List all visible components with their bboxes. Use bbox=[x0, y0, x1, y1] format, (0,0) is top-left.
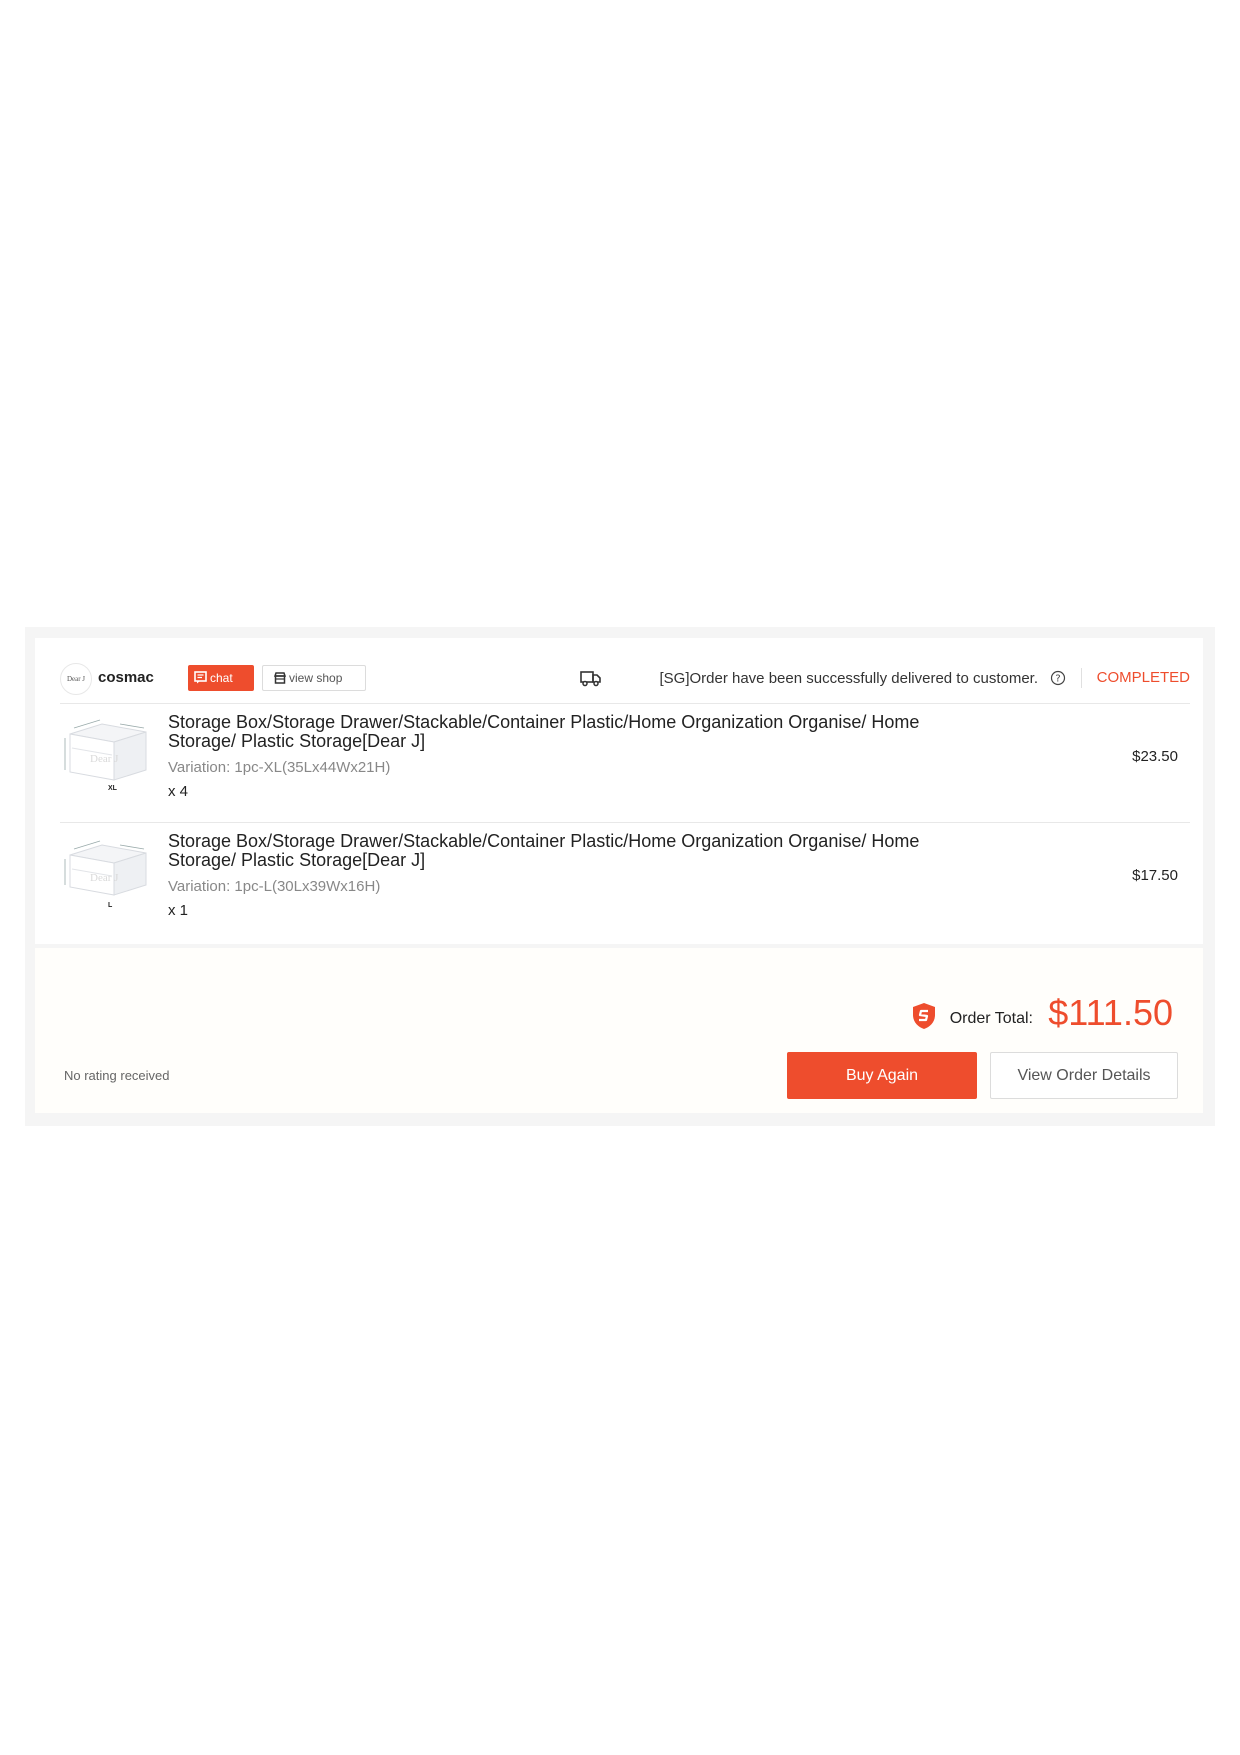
order-status-badge: COMPLETED bbox=[1096, 669, 1190, 686]
product-title[interactable]: Storage Box/Storage Drawer/Stackable/Con… bbox=[168, 713, 968, 751]
chat-button[interactable]: chat bbox=[188, 665, 254, 691]
thumb-size-label: L bbox=[108, 902, 113, 909]
svg-text:?: ? bbox=[1055, 674, 1060, 685]
thumb-size-label: XL bbox=[108, 785, 118, 792]
shop-name[interactable]: cosmac bbox=[98, 669, 154, 686]
product-thumbnail[interactable]: Dear J L bbox=[60, 833, 156, 913]
product-price: $23.50 bbox=[1132, 748, 1178, 765]
order-item[interactable]: Dear J XL Storage Box/Storage Drawer/Sta… bbox=[60, 704, 1190, 810]
order-item[interactable]: Dear J L Storage Box/Storage Drawer/Stac… bbox=[60, 823, 1190, 929]
shop-header: Dear J cosmac chat view shop [SG]Order h… bbox=[60, 663, 1190, 695]
chat-icon bbox=[194, 671, 207, 684]
order-card-frame: Dear J cosmac chat view shop [SG]Order h… bbox=[25, 627, 1215, 1126]
truck-icon bbox=[580, 671, 601, 687]
order-total-row: Order Total: $111.50 bbox=[873, 992, 1173, 1033]
delivery-status-text: [SG]Order have been successfully deliver… bbox=[659, 670, 1038, 687]
view-order-details-button[interactable]: View Order Details bbox=[990, 1052, 1178, 1099]
status-divider bbox=[1081, 668, 1082, 688]
order-total-label: Order Total: bbox=[949, 1010, 1033, 1027]
product-variation: Variation: 1pc-L(30Lx39Wx16H) bbox=[168, 878, 381, 895]
view-shop-label: view shop bbox=[289, 671, 343, 685]
rating-status: No rating received bbox=[64, 1068, 170, 1083]
product-thumbnail[interactable]: Dear J XL bbox=[60, 714, 156, 794]
thumb-brand-text: Dear J bbox=[90, 753, 119, 765]
help-icon[interactable]: ? bbox=[1050, 670, 1066, 686]
order-summary: Order Total: $111.50 No rating received … bbox=[35, 948, 1203, 1113]
thumb-brand-text: Dear J bbox=[90, 872, 119, 884]
order-card: Dear J cosmac chat view shop [SG]Order h… bbox=[35, 638, 1203, 944]
buy-again-button[interactable]: Buy Again bbox=[787, 1052, 977, 1099]
product-quantity: x 1 bbox=[168, 902, 189, 919]
product-title[interactable]: Storage Box/Storage Drawer/Stackable/Con… bbox=[168, 832, 968, 870]
product-quantity: x 4 bbox=[168, 783, 189, 800]
view-shop-button[interactable]: view shop bbox=[262, 665, 366, 691]
order-total-value: $111.50 bbox=[1048, 992, 1173, 1033]
shop-icon bbox=[273, 672, 287, 684]
chat-label: chat bbox=[210, 671, 233, 685]
product-variation: Variation: 1pc-XL(35Lx44Wx21H) bbox=[168, 759, 391, 776]
product-price: $17.50 bbox=[1132, 867, 1178, 884]
order-status-area: [SG]Order have been successfully deliver… bbox=[490, 663, 1190, 693]
shield-icon bbox=[913, 1003, 935, 1029]
shop-logo[interactable]: Dear J bbox=[60, 663, 92, 695]
